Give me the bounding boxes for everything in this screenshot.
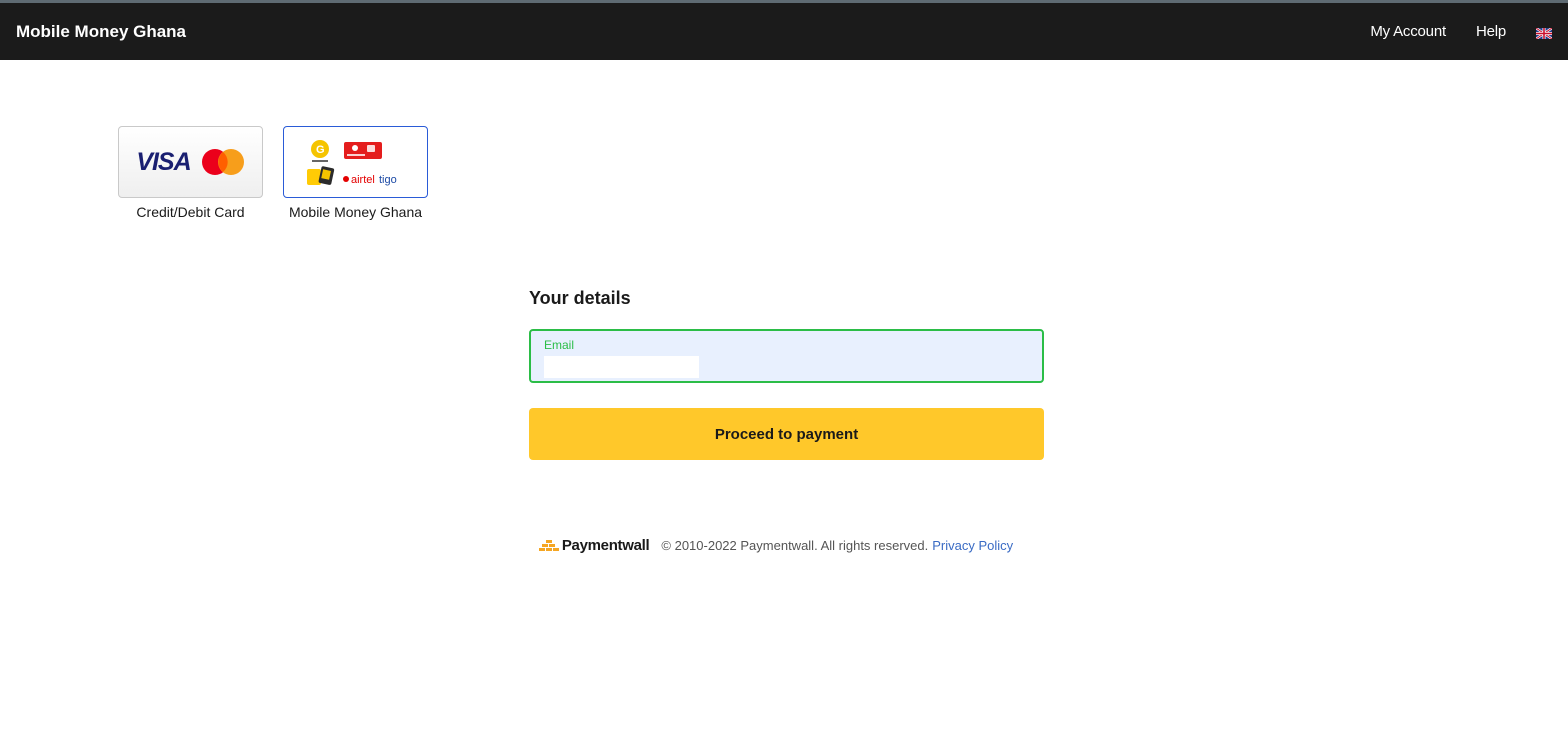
credit-card-label: Credit/Debit Card [136,204,245,220]
copyright-text: © 2010-2022 Paymentwall. All rights rese… [661,538,929,553]
svg-text:tigo: tigo [379,174,397,186]
brand-title: Mobile Money Ghana [16,21,187,41]
paymentwall-bricks-icon [538,539,559,551]
svg-text:G: G [316,144,325,156]
payment-methods: VISA Credit/Debit Card G airtel tigo Mob… [118,126,448,220]
proceed-to-payment-button[interactable]: Proceed to payment [529,408,1044,460]
paymentwall-logo: Paymentwall [538,537,650,554]
help-link[interactable]: Help [1476,23,1506,40]
details-heading: Your details [529,288,631,308]
privacy-policy-link[interactable]: Privacy Policy [932,538,1013,553]
email-field[interactable]: Email [529,329,1044,383]
top-nav: My Account Help [1340,23,1553,40]
mobile-money-providers-logo-icon: G airtel tigo [306,140,397,186]
method-credit-card[interactable]: VISA Credit/Debit Card [118,126,263,220]
mobile-money-tile[interactable]: G airtel tigo [283,126,428,198]
mobile-money-label: Mobile Money Ghana [288,204,423,220]
details-form: Your details Email Proceed to payment [529,288,1044,460]
credit-card-tile[interactable]: VISA [118,126,263,198]
mastercard-logo-icon [201,149,244,175]
svg-text:airtel: airtel [351,174,375,186]
email-input[interactable] [544,356,699,378]
visa-logo: VISA [136,147,191,176]
email-label: Email [544,338,575,352]
footer: Paymentwall © 2010-2022 Paymentwall. All… [0,537,1568,554]
my-account-link[interactable]: My Account [1370,23,1446,40]
uk-flag-icon[interactable] [1535,26,1553,40]
top-header: Mobile Money Ghana My Account Help [0,3,1568,60]
paymentwall-logo-text: Paymentwall [561,537,650,554]
method-mobile-money[interactable]: G airtel tigo Mobile Money Ghana [283,126,428,220]
